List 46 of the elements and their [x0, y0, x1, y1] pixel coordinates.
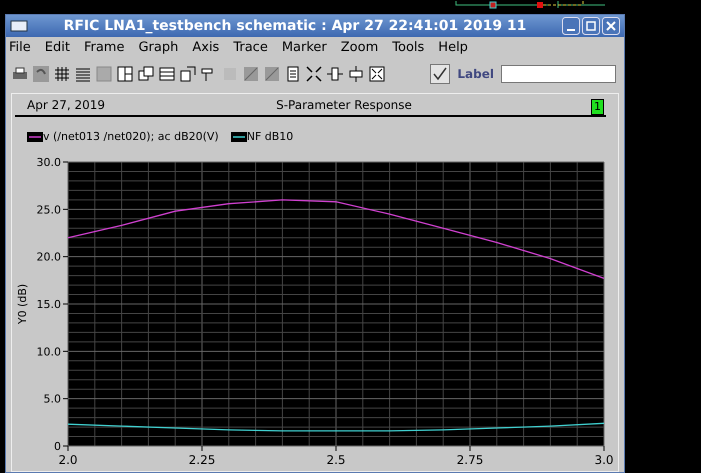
vertical-resize-icon[interactable]: [347, 65, 365, 83]
y-tick-label: 0: [54, 440, 61, 452]
label-text: Label: [457, 66, 494, 83]
x-tick-label: 2.5: [326, 452, 346, 466]
graph-title: S-Parameter Response: [275, 97, 413, 114]
legend-label: NF dB10: [246, 129, 294, 145]
close-icon[interactable]: [602, 17, 620, 35]
split-frame-icon[interactable]: [116, 65, 134, 83]
grid-icon[interactable]: [53, 65, 71, 83]
x-tick-label: 2.25: [188, 452, 216, 466]
x-tick-label: 2.0: [58, 452, 78, 466]
menu-item[interactable]: Marker: [282, 38, 327, 58]
y-tick-label: 10.0: [36, 344, 61, 358]
y-tick-label: 15.0: [36, 298, 61, 310]
expand-icon[interactable]: [305, 65, 323, 83]
maximize-icon[interactable]: [582, 17, 600, 35]
menu-item[interactable]: Trace: [233, 38, 268, 58]
menu-item[interactable]: Frame: [84, 38, 124, 58]
label-input-field[interactable]: [501, 65, 616, 83]
menu-item[interactable]: Edit: [44, 38, 70, 58]
menu-item[interactable]: Axis: [192, 38, 220, 58]
new-window-icon[interactable]: [179, 65, 197, 83]
y-tick-label: 5.0: [44, 392, 61, 406]
menu-item[interactable]: File: [9, 38, 31, 58]
menu-item[interactable]: Graph: [138, 38, 178, 58]
window-title: RFIC LNA1_testbench schematic : Apr 27 22:41:01 2019 11: [62, 16, 528, 36]
fit-icon[interactable]: [368, 65, 386, 83]
menu-item[interactable]: Help: [438, 38, 468, 58]
legend-label: v (/net013 /net020); ac dB20(V): [43, 129, 219, 145]
y-tick-label: 25.0: [36, 202, 61, 216]
minimize-icon[interactable]: [562, 17, 580, 35]
curve-icon[interactable]: [242, 65, 260, 83]
date-label: Apr 27, 2019: [27, 97, 106, 114]
horizontal-resize-icon[interactable]: [326, 65, 344, 83]
page-number: 1: [591, 99, 604, 115]
window-icon[interactable]: [158, 65, 176, 83]
y-axis-label: Y0 (dB): [16, 283, 29, 324]
label-checkbox[interactable]: [430, 64, 450, 84]
x-tick-label: 3.0: [594, 452, 614, 466]
menu-item[interactable]: Zoom: [340, 38, 378, 58]
overlap-frames-icon[interactable]: [137, 65, 155, 83]
y-tick-label: 20.0: [36, 250, 61, 264]
x-tick-label: 2.75: [456, 452, 484, 466]
menu-item[interactable]: Tools: [392, 38, 424, 58]
window-menu-icon[interactable]: [10, 20, 28, 32]
y-tick-label: 30.0: [36, 156, 61, 168]
